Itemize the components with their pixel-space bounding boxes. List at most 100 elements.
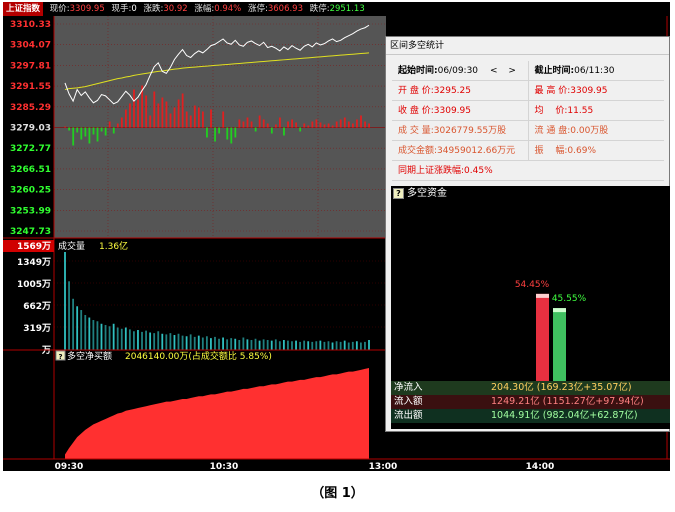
volume-axis: 1349万1005万662万319万万 bbox=[17, 257, 51, 356]
amount-amplitude-row: 成交金额:34959012.66万元 振 幅:0.69% bbox=[392, 141, 664, 161]
buy-sell-bar bbox=[197, 107, 200, 128]
volume-bar bbox=[339, 341, 342, 350]
buy-sell-bar bbox=[149, 115, 152, 128]
buy-sell-bar bbox=[295, 122, 298, 128]
quote-pct-label: 涨幅: bbox=[194, 4, 215, 14]
price-tick-label: 3285.29 bbox=[10, 103, 51, 113]
volume-bar bbox=[331, 342, 334, 350]
time-axis: 09:30 10:30 13:00 14:00 bbox=[55, 462, 555, 471]
volume-bar bbox=[80, 310, 83, 350]
amplitude-value: 0.69% bbox=[567, 146, 596, 156]
outflow-bar bbox=[553, 308, 566, 381]
outflow-pct: 45.55% bbox=[552, 294, 587, 304]
start-time-label: 起始时间: bbox=[398, 66, 438, 76]
buy-sell-bar bbox=[206, 127, 208, 138]
volume-bar bbox=[145, 330, 147, 350]
volume-bar bbox=[201, 337, 204, 350]
buy-sell-bar bbox=[331, 125, 334, 128]
buy-sell-bar bbox=[307, 125, 310, 128]
volume-bar bbox=[141, 331, 143, 350]
range-time-row: 起始时间:06/09:30 < > 截止时间:06/11:30 bbox=[392, 61, 664, 81]
range-stats-title[interactable]: 区间多空统计 bbox=[386, 37, 669, 55]
buy-sell-bar bbox=[222, 111, 225, 128]
volume-bar bbox=[303, 340, 306, 350]
volume-bar bbox=[165, 334, 168, 350]
volume-bar bbox=[210, 338, 212, 350]
net-buy-area-shape bbox=[65, 368, 369, 459]
buy-sell-bar bbox=[262, 119, 265, 128]
volume-bar bbox=[242, 337, 245, 350]
volume-tick-label: 662万 bbox=[23, 301, 51, 312]
price-tick-label: 3272.77 bbox=[10, 144, 51, 154]
volume-bar bbox=[108, 326, 111, 350]
price-tick-label: 3291.55 bbox=[10, 82, 51, 92]
volume-bar bbox=[133, 331, 135, 350]
buy-sell-bar bbox=[137, 99, 139, 128]
outflow-amount-value: 1044.91亿 (982.04亿+62.87亿) bbox=[491, 410, 638, 421]
float-value: 0.00万股 bbox=[570, 126, 609, 136]
volume-bar bbox=[335, 341, 338, 350]
buy-sell-bar bbox=[339, 119, 342, 128]
volume-bar bbox=[124, 327, 127, 350]
buy-sell-bar bbox=[279, 117, 281, 128]
volume-bar bbox=[64, 252, 66, 350]
volume-bar bbox=[274, 339, 277, 350]
volume-bar bbox=[343, 340, 346, 350]
volume-bar bbox=[169, 333, 172, 350]
capital-flow-help-icon[interactable]: ? bbox=[393, 187, 404, 199]
price-tick-label: 3297.81 bbox=[10, 61, 51, 71]
quote-change-value: 30.92 bbox=[163, 4, 188, 14]
index-change-text: 同期上证涨跌幅:0.45% bbox=[398, 166, 493, 176]
index-change-row: 同期上证涨跌幅:0.45% bbox=[392, 161, 664, 181]
volume-bar bbox=[291, 341, 293, 350]
high-label: 最 高 价: bbox=[534, 86, 571, 96]
buy-sell-bar bbox=[315, 119, 318, 128]
open-value: 3295.25 bbox=[433, 86, 471, 96]
buy-sell-bar bbox=[250, 121, 253, 128]
price-tick-label: 3247.73 bbox=[10, 227, 51, 237]
close-avg-row: 收 盘 价:3309.95 均 价:11.55 bbox=[392, 101, 664, 121]
end-time-label: 截止时间: bbox=[534, 66, 575, 76]
volume-bar bbox=[222, 337, 224, 350]
index-name[interactable]: 上证指数 bbox=[3, 2, 44, 16]
quote-lot-value: 0 bbox=[131, 4, 137, 14]
range-nav-arrows[interactable]: < > bbox=[490, 66, 520, 76]
volume-bars bbox=[64, 252, 370, 350]
buy-sell-bar bbox=[68, 127, 71, 131]
buy-sell-bar bbox=[104, 127, 107, 136]
inflow-bar-cap bbox=[536, 293, 549, 298]
buy-sell-bar bbox=[177, 99, 180, 128]
volume-bar bbox=[120, 328, 123, 350]
quote-price-label: 现价: bbox=[49, 4, 70, 14]
time-tick-label: 09:30 bbox=[55, 462, 84, 471]
volume-bar bbox=[238, 340, 241, 350]
buy-sell-bar bbox=[226, 127, 229, 140]
quote-limit-down-label: 跌停: bbox=[309, 4, 330, 14]
open-label: 开 盘 价: bbox=[398, 86, 434, 96]
buy-sell-bar bbox=[120, 117, 123, 128]
net-inflow-value: 204.30亿 (169.23亿+35.07亿) bbox=[491, 382, 632, 393]
volume-bar bbox=[218, 338, 220, 350]
buy-sell-bar bbox=[72, 127, 75, 146]
buy-sell-bar bbox=[92, 127, 95, 135]
buy-sell-bar bbox=[274, 124, 277, 128]
volume-bar bbox=[364, 341, 366, 350]
capital-flow-rows: 净流入 204.30亿 (169.23亿+35.07亿) 流入额 1249.21亿 … bbox=[391, 381, 670, 423]
volume-grid bbox=[54, 260, 386, 328]
buy-sell-bar bbox=[161, 97, 164, 128]
volume-bar bbox=[266, 340, 269, 350]
volume-bar bbox=[307, 341, 310, 350]
buy-sell-bar bbox=[246, 117, 249, 128]
buy-sell-bar bbox=[258, 115, 261, 128]
buy-sell-bar bbox=[112, 127, 115, 134]
net-buy-value: 2046140.00万(占成交额比 5.85%) bbox=[125, 350, 272, 362]
buy-sell-bar bbox=[234, 127, 237, 138]
buy-sell-bar bbox=[129, 103, 131, 128]
buy-sell-bar bbox=[242, 121, 245, 128]
volume-bar bbox=[181, 335, 184, 350]
quote-price-value: 3309.95 bbox=[69, 4, 105, 14]
volume-bar bbox=[100, 323, 103, 350]
quote-limit-down-value: 2951.13 bbox=[329, 4, 365, 14]
volume-tick-label: 1349万 bbox=[17, 257, 51, 268]
volume-bar bbox=[230, 338, 233, 350]
